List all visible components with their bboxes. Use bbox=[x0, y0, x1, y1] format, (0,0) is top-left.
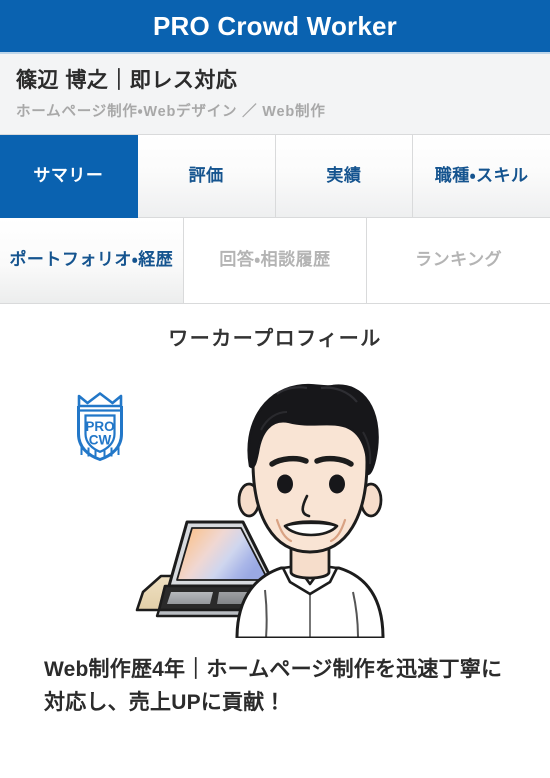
tab-row-primary: サマリー 評価 実績 職種・スキル bbox=[0, 135, 550, 219]
tab-summary-label: サマリー bbox=[33, 165, 104, 185]
tab-job-skills[interactable]: 職種・スキル bbox=[413, 135, 550, 219]
tab-rating[interactable]: 評価 bbox=[137, 135, 276, 219]
worker-profile-section: ワーカープロフィール PRO CW Web制作歴4年｜ホームページ制作を迅速丁寧… bbox=[0, 304, 550, 720]
tab-achievements[interactable]: 実績 bbox=[275, 135, 414, 219]
tab-portfolio-career[interactable]: ポートフォリオ・経歴 bbox=[0, 218, 184, 305]
worker-avatar-illustration bbox=[135, 383, 385, 639]
profile-tabs: サマリー 評価 実績 職種・スキル ポートフォリオ・経歴 回答・相談履歴 ランキ… bbox=[0, 134, 550, 305]
worker-identity-bar: 篠辺 博之｜即レス対応 ホームページ制作・Webデザイン ／ Web制作 bbox=[0, 54, 550, 135]
tab-ranking[interactable]: ランキング bbox=[367, 218, 550, 305]
site-header: PRO Crowd Worker bbox=[0, 0, 550, 54]
page-title: ワーカープロフィール bbox=[168, 328, 382, 351]
site-brand-logo[interactable]: PRO Crowd Worker bbox=[153, 13, 397, 39]
page-root: PRO Crowd Worker 篠辺 博之｜即レス対応 ホームページ制作・We… bbox=[0, 0, 550, 778]
tab-row-secondary: ポートフォリオ・経歴 回答・相談履歴 ランキング bbox=[0, 218, 550, 305]
worker-category: ホームページ制作・Webデザイン ／ Web制作 bbox=[16, 104, 326, 121]
svg-text:CW: CW bbox=[89, 433, 112, 448]
tab-rating-label: 評価 bbox=[188, 165, 224, 185]
tab-portfolio-career-label: ポートフォリオ・経歴 bbox=[9, 250, 174, 270]
tab-achievements-label: 実績 bbox=[326, 165, 362, 185]
avatar-area: PRO CW bbox=[0, 370, 550, 639]
tab-job-skills-label: 職種・スキル bbox=[434, 165, 529, 185]
worker-tagline: Web制作歴4年｜ホームページ制作を迅速丁寧に対応し、売上UPに貢献！ bbox=[44, 658, 503, 714]
tab-answers-consultations[interactable]: 回答・相談履歴 bbox=[183, 218, 368, 305]
tab-summary[interactable]: サマリー bbox=[0, 135, 138, 219]
worker-name: 篠辺 博之｜即レス対応 bbox=[16, 69, 238, 92]
tab-answers-consultations-label: 回答・相談履歴 bbox=[219, 250, 331, 270]
pro-crowd-worker-badge-icon: PRO CW bbox=[77, 392, 123, 462]
tab-ranking-label: ランキング bbox=[415, 250, 503, 270]
